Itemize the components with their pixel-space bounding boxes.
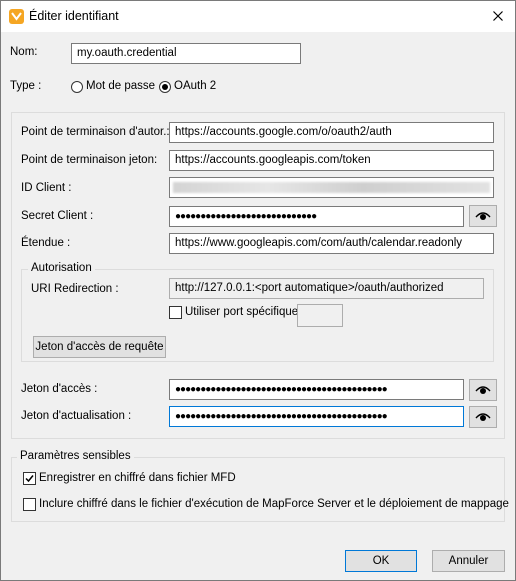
refresh-token-label: Jeton d'actualisation : — [21, 410, 132, 422]
auth-endpoint-label: Point de terminaison d'autor.: — [21, 126, 170, 138]
window-title: Éditer identifiant — [29, 9, 119, 23]
show-client-secret-button[interactable] — [469, 205, 497, 227]
eye-icon — [475, 212, 491, 220]
specific-port-label[interactable]: Utiliser port spécifique — [185, 306, 298, 318]
save-encrypted-label[interactable]: Enregistrer en chiffré dans fichier MFD — [39, 472, 236, 484]
redacted-client-id — [173, 182, 490, 193]
eye-icon — [475, 386, 491, 394]
dialog-window: Éditer identifiant Nom: my.oauth.credent… — [0, 0, 516, 581]
access-token-label: Jeton d'accès : — [21, 383, 98, 395]
ok-label: OK — [372, 555, 390, 567]
token-endpoint-label: Point de terminaison jeton: — [21, 154, 158, 166]
radio-oauth2-label[interactable]: OAuth 2 — [174, 80, 216, 92]
type-label: Type : — [10, 80, 42, 92]
ok-button[interactable]: OK — [345, 550, 417, 572]
name-label: Nom: — [10, 46, 38, 58]
radio-password[interactable] — [71, 81, 83, 93]
save-encrypted-checkbox[interactable] — [23, 472, 36, 485]
redirect-uri-input: http://127.0.0.1:<port automatique>/oaut… — [169, 278, 484, 299]
close-button[interactable] — [485, 5, 511, 27]
refresh-token-input[interactable]: ●●●●●●●●●●●●●●●●●●●●●●●●●●●●●●●●●●●●●●●●… — [169, 406, 464, 427]
name-input[interactable]: my.oauth.credential — [71, 43, 301, 64]
authorization-group-title: Autorisation — [28, 262, 95, 274]
eye-icon — [475, 413, 491, 421]
include-encrypted-label[interactable]: Inclure chiffré dans le fichier d'exécut… — [39, 498, 509, 510]
sensitive-settings-group — [11, 457, 505, 522]
cancel-button[interactable]: Annuler — [432, 550, 505, 572]
show-access-token-button[interactable] — [469, 379, 497, 401]
close-icon — [493, 11, 503, 21]
checkmark-icon — [25, 475, 34, 483]
redirect-uri-label: URI Redirection : — [31, 283, 119, 295]
request-access-token-label: Jeton d'accès de requête — [35, 341, 164, 353]
include-encrypted-checkbox[interactable] — [23, 498, 36, 511]
show-refresh-token-button[interactable] — [469, 406, 497, 428]
request-access-token-button[interactable]: Jeton d'accès de requête — [33, 336, 166, 358]
title-bar: Éditer identifiant — [1, 1, 515, 32]
port-input[interactable] — [297, 304, 343, 327]
cancel-label: Annuler — [448, 555, 489, 567]
app-icon — [9, 9, 24, 24]
token-endpoint-input[interactable]: https://accounts.googleapis.com/token — [169, 150, 494, 171]
radio-oauth2[interactable] — [159, 81, 171, 93]
specific-port-checkbox[interactable] — [169, 306, 182, 319]
client-id-input[interactable] — [169, 177, 494, 198]
auth-endpoint-input[interactable]: https://accounts.google.com/o/oauth2/aut… — [169, 122, 494, 143]
client-secret-label: Secret Client : — [21, 210, 94, 222]
client-secret-input[interactable]: ●●●●●●●●●●●●●●●●●●●●●●●●●●●● — [169, 206, 464, 227]
sensitive-settings-title: Paramètres sensibles — [17, 450, 134, 462]
scope-input[interactable]: https://www.googleapis.com/com/auth/cale… — [169, 233, 494, 254]
access-token-input[interactable]: ●●●●●●●●●●●●●●●●●●●●●●●●●●●●●●●●●●●●●●●●… — [169, 379, 464, 400]
scope-label: Étendue : — [21, 237, 71, 249]
radio-password-label[interactable]: Mot de passe — [86, 80, 155, 92]
client-id-label: ID Client : — [21, 182, 72, 194]
